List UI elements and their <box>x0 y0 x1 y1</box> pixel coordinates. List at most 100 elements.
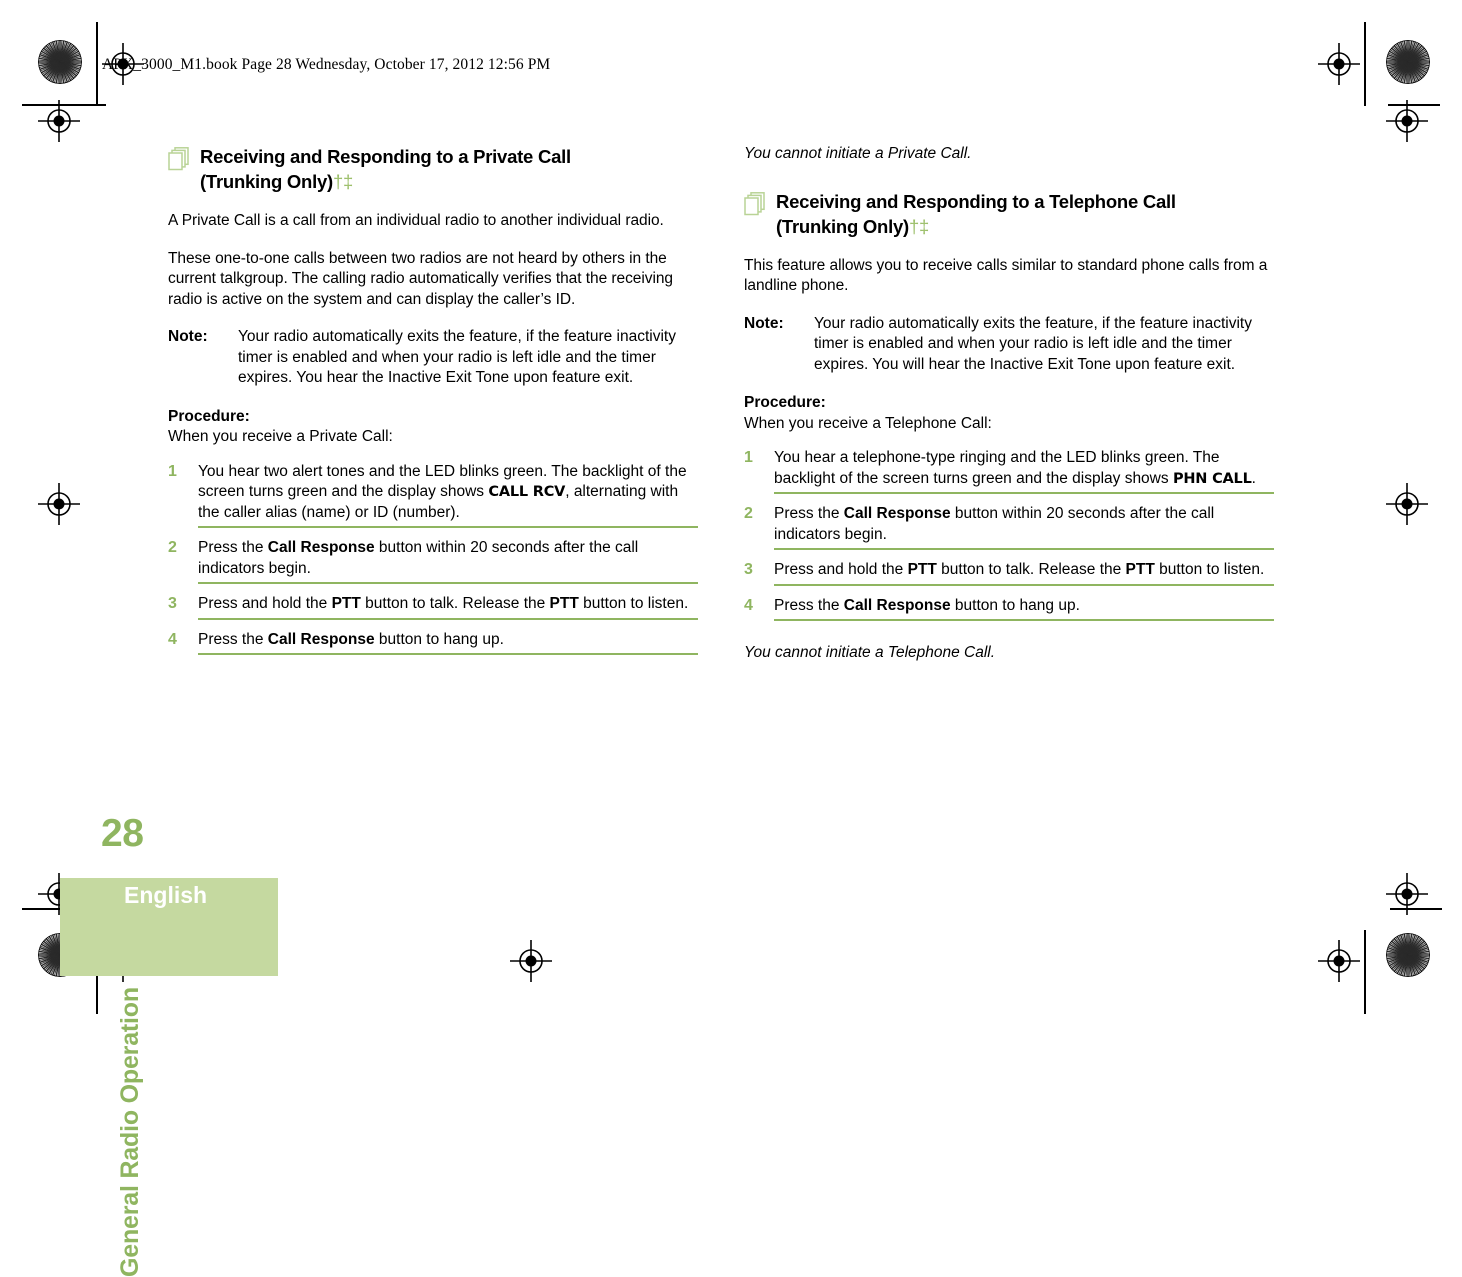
step-emphasis: PTT <box>907 561 937 578</box>
step-text-run: Press the <box>774 505 844 522</box>
procedure-step: 4 Press the Call Response button to hang … <box>168 630 698 655</box>
note-text: Your radio automatically exits the featu… <box>814 314 1252 373</box>
step-text-run: Press the <box>198 539 268 556</box>
heading-footnote-marks: †‡ <box>908 215 930 237</box>
lead-italic-note: You cannot initiate a Private Call. <box>744 145 972 162</box>
step-emphasis: Call Response <box>267 630 375 648</box>
section-heading-telephone-call: Receiving and Responding to a Telephone … <box>744 189 1274 239</box>
section-heading-private-call: Receiving and Responding to a Private Ca… <box>168 144 698 194</box>
step-text: Press and hold the PTT button to talk. R… <box>198 595 688 612</box>
crosshair-mark-mid-right <box>1386 483 1428 525</box>
intro-paragraph-2: These one-to-one calls between two radio… <box>168 249 673 308</box>
step-text: Press the Call Response button to hang u… <box>198 631 504 648</box>
pages-icon <box>744 191 766 216</box>
step-number: 3 <box>744 561 753 578</box>
note-block: Note: Your radio automatically exits the… <box>744 314 1274 376</box>
step-text-run: button to talk. Release the <box>360 595 550 612</box>
step-emphasis: PTT <box>331 595 361 612</box>
heading-footnote-marks: †‡ <box>332 171 354 192</box>
starburst-mark-bottom-right <box>1386 933 1430 977</box>
step-number: 2 <box>744 505 753 522</box>
intro-paragraph-1: This feature allows you to receive calls… <box>744 256 1268 295</box>
section-heading-line-1: Receiving and Responding to a Private Ca… <box>200 146 571 167</box>
procedure-step: 3 Press and hold the PTT button to talk. … <box>168 594 698 620</box>
procedure-step: 2 Press the Call Response button within 2… <box>168 538 698 584</box>
procedure-steps-list: 1 You hear two alert tones and the LED bl… <box>168 462 698 655</box>
step-number: 2 <box>168 539 177 556</box>
step-separator-rule <box>198 653 698 655</box>
procedure-label: Procedure: <box>168 407 250 425</box>
document-page: APX_3000_M1.book Page 28 Wednesday, Octo… <box>0 0 1462 1277</box>
step-separator-rule <box>774 619 1274 621</box>
step-text-run: Press the <box>774 596 844 614</box>
step-text-run: . <box>1251 469 1256 487</box>
radio-display-text: PHN CALL <box>1172 470 1252 487</box>
step-separator-rule <box>774 492 1274 494</box>
step-text: Press and hold the PTT button to talk. R… <box>774 561 1264 578</box>
step-text-run: You hear a telephone-type ringing and th… <box>774 449 1220 487</box>
procedure-step: 2 Press the Call Response button within 2… <box>744 504 1274 550</box>
step-text: Press the Call Response button within 20… <box>774 505 1214 543</box>
step-text-run: button to listen. <box>578 595 689 612</box>
starburst-mark-top-left <box>38 40 82 84</box>
crosshair-mark-bottom-center <box>510 940 552 982</box>
crosshair-mark-upper-right <box>1386 100 1428 142</box>
left-text-column: Receiving and Responding to a Private Ca… <box>168 144 698 665</box>
step-text-run: Press and hold the <box>774 561 908 578</box>
chapter-title-anchor: General Radio Operation <box>116 430 144 1277</box>
procedure-intro: When you receive a Private Call: <box>168 428 393 445</box>
section-heading-line-2: (Trunking Only) <box>200 171 333 192</box>
step-emphasis: PTT <box>549 595 579 612</box>
section-heading-line-1: Receiving and Responding to a Telephone … <box>776 190 1176 212</box>
pages-icon <box>168 147 190 171</box>
procedure-step: 1 You hear two alert tones and the LED bl… <box>168 462 698 528</box>
step-text: Press the Call Response button within 20… <box>198 539 638 577</box>
crosshair-mark-upper-left <box>38 100 80 142</box>
page-number: 28 <box>101 812 144 855</box>
procedure-step: 4 Press the Call Response button to hang … <box>744 596 1274 621</box>
radio-display-text: CALL RCV <box>488 484 566 500</box>
step-text: You hear two alert tones and the LED bli… <box>198 463 687 521</box>
note-block: Note: Your radio automatically exits the… <box>168 327 698 389</box>
intro-paragraph-1: A Private Call is a call from an individ… <box>168 212 664 229</box>
step-text-run: Press and hold the <box>198 595 332 612</box>
book-file-slug: APX_3000_M1.book Page 28 Wednesday, Octo… <box>102 56 551 73</box>
step-emphasis: Call Response <box>843 505 951 522</box>
section-heading-line-2: (Trunking Only) <box>776 215 909 237</box>
step-separator-rule <box>198 526 698 528</box>
procedure-step: 3 Press and hold the PTT button to talk. … <box>744 560 1274 586</box>
step-separator-rule <box>774 583 1274 586</box>
step-text-run: Press the <box>198 630 268 648</box>
step-text-run: button to talk. Release the <box>936 561 1126 578</box>
step-separator-rule <box>198 582 698 584</box>
step-text: Press the Call Response button to hang u… <box>774 597 1080 614</box>
step-separator-rule <box>774 548 1274 550</box>
starburst-mark-top-right <box>1386 40 1430 84</box>
procedure-steps-list: 1 You hear a telephone-type ringing and t… <box>744 448 1274 621</box>
step-number: 3 <box>168 595 177 612</box>
step-emphasis: Call Response <box>843 596 951 614</box>
closing-italic-note: You cannot initiate a Telephone Call. <box>744 644 996 661</box>
crosshair-mark-mid-left <box>38 483 80 525</box>
right-text-column: You cannot initiate a Private Call. Rece… <box>744 144 1274 664</box>
step-text-run: button to hang up. <box>950 596 1080 614</box>
step-text: You hear a telephone-type ringing and th… <box>774 449 1256 487</box>
step-number: 1 <box>744 449 753 466</box>
trim-line-vertical-left <box>96 22 98 106</box>
trim-line-vertical-right <box>1364 22 1366 106</box>
step-number: 4 <box>168 630 177 648</box>
step-text-run: button to hang up. <box>374 630 504 648</box>
crosshair-mark-bottom-right <box>1318 940 1360 982</box>
step-text-run: button to listen. <box>1154 561 1265 578</box>
note-label: Note: <box>744 314 784 332</box>
chapter-title: General Radio Operation <box>116 987 144 1277</box>
note-label: Note: <box>168 328 208 345</box>
procedure-intro: When you receive a Telephone Call: <box>744 414 992 432</box>
procedure-label: Procedure: <box>744 394 826 411</box>
crosshair-mark-top-right <box>1318 43 1360 85</box>
step-emphasis: Call Response <box>267 539 375 556</box>
procedure-step: 1 You hear a telephone-type ringing and t… <box>744 448 1274 494</box>
step-number: 1 <box>168 462 177 480</box>
step-separator-rule <box>198 617 698 620</box>
note-text: Your radio automatically exits the featu… <box>238 328 676 386</box>
